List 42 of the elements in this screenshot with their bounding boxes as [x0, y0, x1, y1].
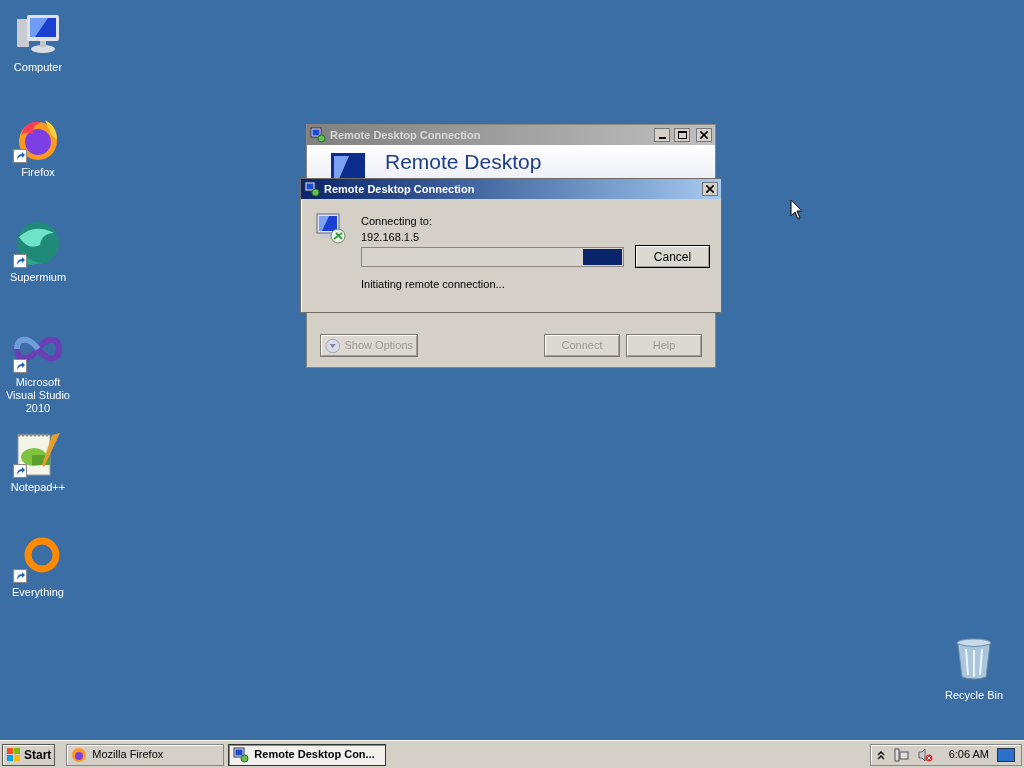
close-button[interactable] — [696, 128, 712, 142]
desktop-icon[interactable] — [13, 430, 63, 478]
trash-bin-icon — [954, 637, 994, 681]
close-button[interactable] — [702, 182, 718, 196]
maximize-button[interactable] — [674, 128, 690, 142]
status-text: Initiating remote connection... — [361, 277, 506, 292]
address-text: 192.168.1.5 — [361, 230, 421, 244]
desktop-icon-label: Microsoft Visual Studio 2010 — [5, 376, 71, 415]
desktop-icon-label: Everything — [12, 586, 64, 599]
network-icon[interactable] — [892, 746, 909, 763]
monitor-connection-icon — [315, 212, 347, 244]
connecting-label: Connecting to: — [361, 214, 433, 228]
fox-globe-icon — [71, 746, 88, 763]
speaker-muted-icon[interactable] — [916, 746, 933, 763]
chevron-down-icon — [325, 337, 341, 354]
desktop-icon[interactable] — [997, 747, 1015, 762]
close-icon — [706, 185, 714, 193]
desktop-icon-label: Notepad++ — [10, 481, 66, 494]
monitor-icon — [329, 151, 367, 179]
start-button[interactable]: Start — [2, 743, 56, 766]
chevron-up-icon[interactable] — [876, 749, 885, 760]
desktop-icon-label: Computer — [13, 61, 63, 74]
header-title: Remote Desktop — [385, 149, 542, 175]
notepad-chameleon-icon — [14, 431, 62, 477]
cancel-button[interactable]: Cancel — [635, 245, 710, 268]
sphere-icon — [14, 221, 62, 267]
windows-flag-icon — [6, 747, 22, 762]
computer-icon — [15, 13, 61, 55]
taskbar-button[interactable]: Remote Desktop Con... — [228, 743, 387, 766]
clock: 6:06 AM — [948, 747, 989, 763]
minimize-button[interactable] — [654, 128, 670, 142]
close-icon — [700, 131, 708, 139]
taskbar-button[interactable]: Mozilla Firefox — [66, 743, 225, 766]
monitor-icon — [233, 746, 250, 763]
desktop-icon-label: Firefox — [21, 166, 55, 179]
monitor-icon — [310, 127, 326, 143]
mouse-pointer-icon — [790, 199, 803, 220]
monitor-icon — [304, 181, 320, 197]
window-title: Remote Desktop Connection — [330, 127, 482, 143]
desktop-icon-label: Supermium — [9, 271, 67, 284]
desktop-icon-label: Recycle Bin — [944, 688, 1004, 703]
dialog-title: Remote Desktop Connection — [324, 181, 476, 197]
